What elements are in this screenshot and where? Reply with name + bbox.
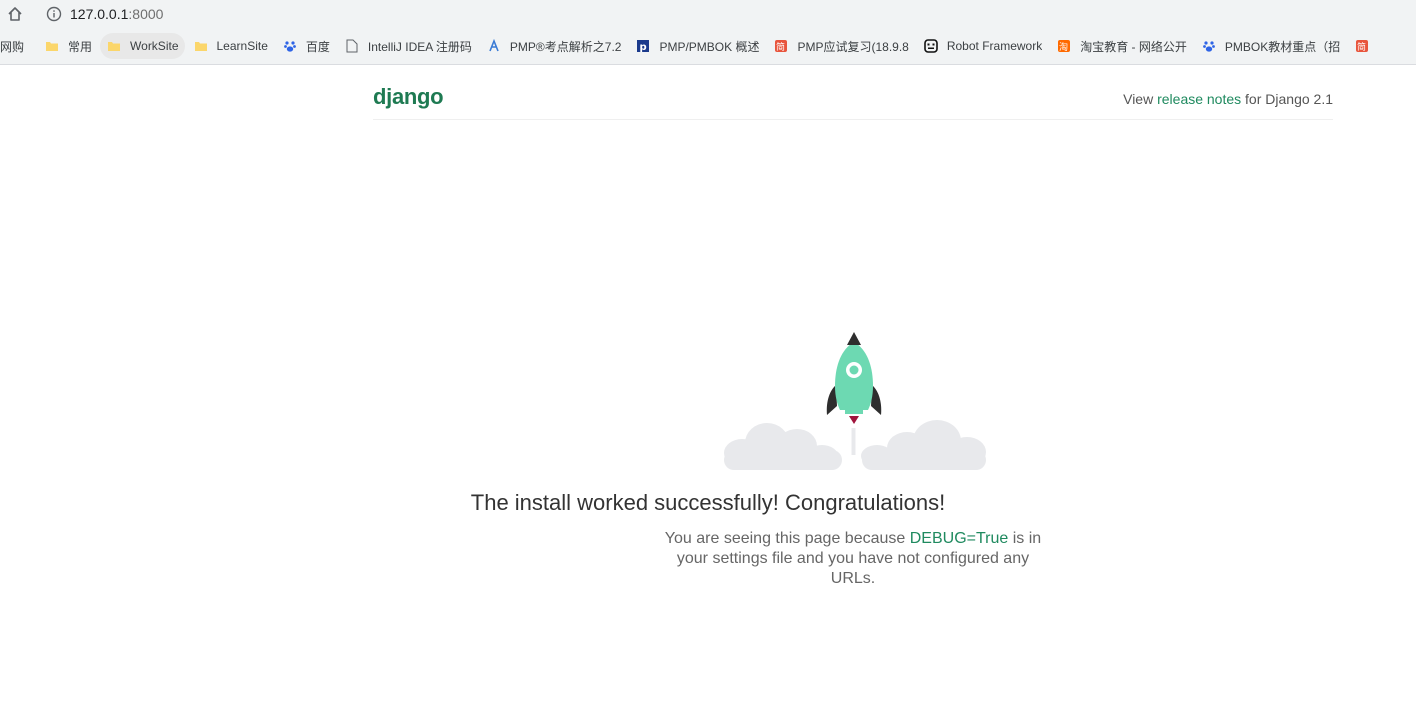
bookmark-wanggou[interactable]: 网购 [0, 33, 30, 59]
cloud-right [861, 420, 986, 470]
url-port: :8000 [128, 6, 164, 22]
baidu-paw-icon [1201, 38, 1217, 54]
p-icon: p [635, 38, 651, 54]
bookmark-label: PMP®考点解析之7.2 [509, 39, 622, 54]
bookmark-label: 网购 [0, 39, 25, 54]
jianshu-icon: 简 [773, 38, 789, 54]
bookmark-label: PMP应试复习(18.9.8 [797, 39, 909, 54]
robot-icon [923, 38, 939, 54]
jianshu-icon: 简 [1354, 38, 1370, 54]
desc-prefix: You are seeing this page because [664, 530, 910, 547]
bookmark-label: Robot Framework [946, 39, 1043, 53]
taobao-icon: 淘 [1056, 38, 1072, 54]
browser-chrome: 127.0.0.1:8000 网购 常用 WorkSite LearnSite … [0, 0, 1416, 65]
bookmark-folder-worksite[interactable]: WorkSite [100, 33, 185, 59]
blue-leaf-icon [486, 38, 502, 54]
rocket-nose [847, 332, 861, 345]
django-logo[interactable]: django [373, 84, 444, 110]
info-icon[interactable] [46, 6, 62, 22]
debug-setting: DEBUG=True [909, 530, 1009, 547]
bookmark-label: PMBOK教材重点（招 [1224, 39, 1341, 54]
bookmark-label: IntelliJ IDEA 注册码 [367, 39, 472, 54]
bookmark-label: 淘宝教育 - 网络公开 [1080, 39, 1187, 54]
page-icon [344, 38, 360, 54]
success-description: You are seeing this page because DEBUG=T… [658, 529, 1048, 589]
bookmark-jianshu-more[interactable]: 简 [1348, 33, 1384, 59]
folder-icon [106, 38, 122, 54]
baidu-paw-icon [282, 38, 298, 54]
django-welcome-page: django View release notes for Django 2.1 [0, 65, 1416, 719]
address-row: 127.0.0.1:8000 [0, 0, 1416, 28]
release-notes-link[interactable]: release notes [1157, 91, 1241, 107]
success-headline: The install worked successfully! Congrat… [470, 490, 946, 516]
svg-text:简: 简 [776, 41, 785, 53]
django-header: django View release notes for Django 2.1 [373, 79, 1333, 120]
bookmark-taobao-edu[interactable]: 淘 淘宝教育 - 网络公开 [1050, 33, 1193, 59]
bookmark-pmbok-key[interactable]: PMBOK教材重点（招 [1195, 33, 1346, 59]
bookmark-label: 常用 [68, 39, 93, 54]
release-notes-text: View release notes for Django 2.1 [1123, 91, 1333, 107]
bookmark-robot-framework[interactable]: Robot Framework [917, 33, 1048, 59]
bookmark-pmbok-overview[interactable]: p PMP/PMBOK 概述 [629, 33, 765, 59]
bookmark-folder-learnsite[interactable]: LearnSite [187, 33, 274, 59]
cloud-left [724, 423, 842, 470]
bookmark-label: PMP/PMBOK 概述 [659, 39, 760, 54]
bookmark-label: WorkSite [130, 39, 179, 53]
svg-text:简: 简 [1357, 41, 1366, 53]
url-host: 127.0.0.1 [70, 6, 129, 22]
release-prefix: View [1123, 91, 1158, 107]
bookmark-baidu[interactable]: 百度 [276, 33, 336, 59]
rocket-base [845, 410, 863, 414]
rocket-illustration [722, 328, 988, 478]
home-button[interactable] [5, 4, 25, 24]
bookmark-folder-changyong[interactable]: 常用 [38, 33, 98, 59]
release-suffix: for Django 2.1 [1241, 91, 1333, 107]
home-icon [8, 7, 22, 21]
url-text: 127.0.0.1:8000 [70, 6, 163, 22]
bookmark-intellij[interactable]: IntelliJ IDEA 注册码 [338, 33, 478, 59]
bookmark-label: LearnSite [216, 39, 268, 53]
folder-icon [193, 38, 209, 54]
rocket-exhaust [851, 428, 856, 455]
bookmark-pmp-kaodian[interactable]: PMP®考点解析之7.2 [480, 33, 628, 59]
address-bar[interactable]: 127.0.0.1:8000 [36, 1, 1416, 27]
bookmark-label: 百度 [305, 39, 330, 54]
svg-text:淘: 淘 [1059, 41, 1068, 53]
bookmark-pmp-review[interactable]: 简 PMP应试复习(18.9.8 [767, 33, 914, 59]
folder-icon [44, 38, 60, 54]
rocket-flame [849, 416, 859, 424]
bookmarks-bar: 网购 常用 WorkSite LearnSite 百度 IntelliJ IDE… [0, 32, 1416, 60]
svg-text:p: p [640, 42, 647, 53]
